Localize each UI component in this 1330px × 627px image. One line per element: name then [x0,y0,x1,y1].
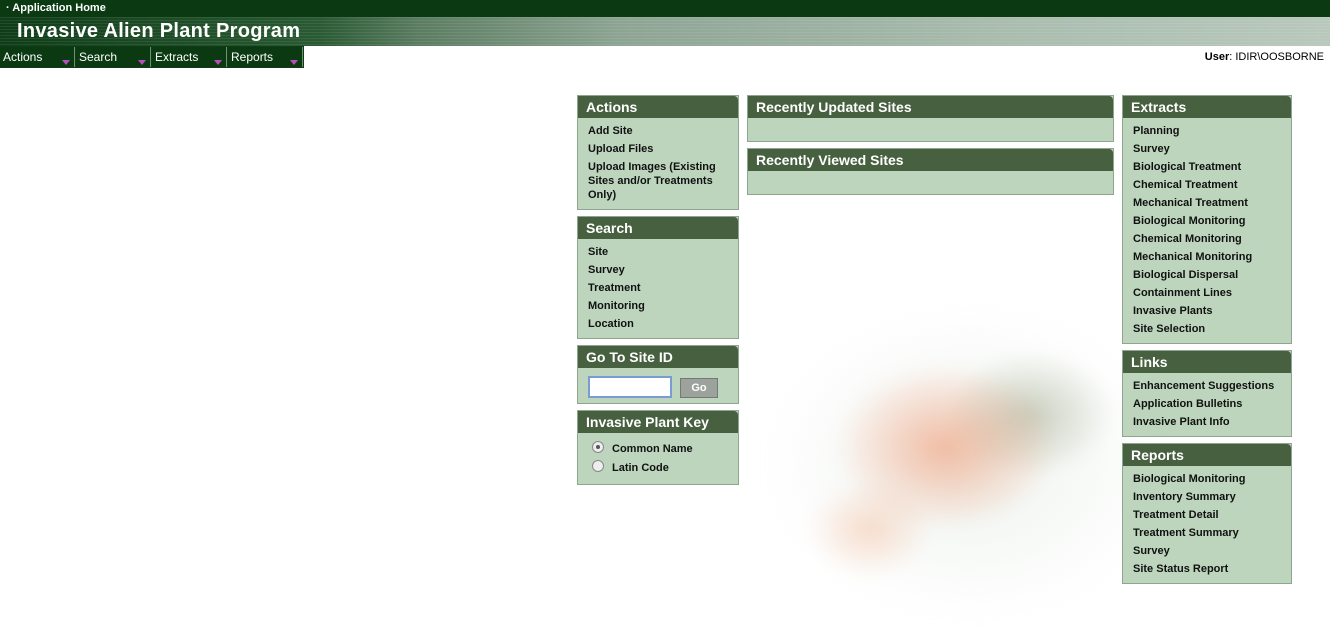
menu-actions[interactable]: Actions [0,47,75,67]
goto-site-panel: Go To Site ID Go [577,345,739,404]
plant-key-panel: Invasive Plant Key Common Name Latin Cod… [577,410,739,485]
extract-invasive-plants[interactable]: Invasive Plants [1123,302,1291,320]
search-location[interactable]: Location [578,315,738,333]
go-button[interactable]: Go [680,378,718,398]
links-panel: Links Enhancement Suggestions Applicatio… [1122,350,1292,437]
search-survey[interactable]: Survey [578,261,738,279]
action-upload-files[interactable]: Upload Files [578,140,738,158]
user-label: User [1204,51,1230,63]
link-invasive-plant-info[interactable]: Invasive Plant Info [1123,413,1291,431]
dropdown-arrow-icon [214,60,222,65]
links-panel-title: Links [1123,351,1291,373]
menu-extracts[interactable]: Extracts [152,47,227,67]
user-name: : IDIR\OOSBORNE [1229,51,1324,63]
top-bar: · Application Home [0,0,1330,17]
dropdown-arrow-icon [290,60,298,65]
extract-mechanical-monitoring[interactable]: Mechanical Monitoring [1123,248,1291,266]
app-title: Invasive Alien Plant Program [17,20,301,42]
menu-reports[interactable]: Reports [228,47,303,67]
dropdown-arrow-icon [138,60,146,65]
menu-label: Extracts [155,50,199,64]
plant-key-panel-title: Invasive Plant Key [578,411,738,433]
extracts-panel-title: Extracts [1123,96,1291,118]
extract-chemical-monitoring[interactable]: Chemical Monitoring [1123,230,1291,248]
search-panel: Search Site Survey Treatment Monitoring … [577,216,739,339]
search-site[interactable]: Site [578,243,738,261]
report-treatment-detail[interactable]: Treatment Detail [1123,506,1291,524]
reports-panel: Reports Biological Monitoring Inventory … [1122,443,1292,584]
extract-survey[interactable]: Survey [1123,140,1291,158]
action-upload-images[interactable]: Upload Images (Existing Sites and/or Tre… [578,158,738,202]
search-monitoring[interactable]: Monitoring [578,297,738,315]
menu-search[interactable]: Search [76,47,151,67]
dropdown-arrow-icon [62,60,70,65]
site-id-input[interactable] [588,376,672,398]
application-home-link[interactable]: · Application Home [6,2,106,14]
recently-updated-panel: Recently Updated Sites [747,95,1114,142]
extract-planning[interactable]: Planning [1123,122,1291,140]
extract-chemical-treatment[interactable]: Chemical Treatment [1123,176,1291,194]
actions-panel-title: Actions [578,96,738,118]
extract-mechanical-treatment[interactable]: Mechanical Treatment [1123,194,1291,212]
search-treatment[interactable]: Treatment [578,279,738,297]
report-treatment-summary[interactable]: Treatment Summary [1123,524,1291,542]
recently-viewed-panel: Recently Viewed Sites [747,148,1114,195]
radio-latin-code[interactable]: Latin Code [592,458,738,477]
reports-panel-title: Reports [1123,444,1291,466]
user-info: User: IDIR\OOSBORNE [1205,51,1324,63]
search-panel-title: Search [578,217,738,239]
action-add-site[interactable]: Add Site [578,122,738,140]
radio-label: Latin Code [612,461,669,474]
extract-biological-dispersal[interactable]: Biological Dispersal [1123,266,1291,284]
link-enhancement-suggestions[interactable]: Enhancement Suggestions [1123,377,1291,395]
app-title-bar: Invasive Alien Plant Program [0,17,1330,46]
goto-site-panel-title: Go To Site ID [578,346,738,368]
recently-viewed-title: Recently Viewed Sites [748,149,1113,171]
extracts-panel: Extracts Planning Survey Biological Trea… [1122,95,1292,344]
menu-label: Search [79,50,118,64]
report-inventory-summary[interactable]: Inventory Summary [1123,488,1291,506]
radio-common-name[interactable]: Common Name [592,439,738,458]
menu-label: Reports [231,50,274,64]
menu-label: Actions [3,50,43,64]
extract-site-selection[interactable]: Site Selection [1123,320,1291,338]
radio-label: Common Name [612,442,693,455]
radio-unselected-icon[interactable] [592,459,604,472]
report-site-status[interactable]: Site Status Report [1123,560,1291,578]
main-menu-bar: Actions Search Extracts Reports [0,46,304,68]
report-biological-monitoring[interactable]: Biological Monitoring [1123,470,1291,488]
extract-containment-lines[interactable]: Containment Lines [1123,284,1291,302]
actions-panel: Actions Add Site Upload Files Upload Ima… [577,95,739,210]
report-survey[interactable]: Survey [1123,542,1291,560]
extract-biological-monitoring[interactable]: Biological Monitoring [1123,212,1291,230]
recently-updated-title: Recently Updated Sites [748,96,1113,118]
extract-biological-treatment[interactable]: Biological Treatment [1123,158,1291,176]
radio-selected-icon[interactable] [592,440,604,453]
link-application-bulletins[interactable]: Application Bulletins [1123,395,1291,413]
